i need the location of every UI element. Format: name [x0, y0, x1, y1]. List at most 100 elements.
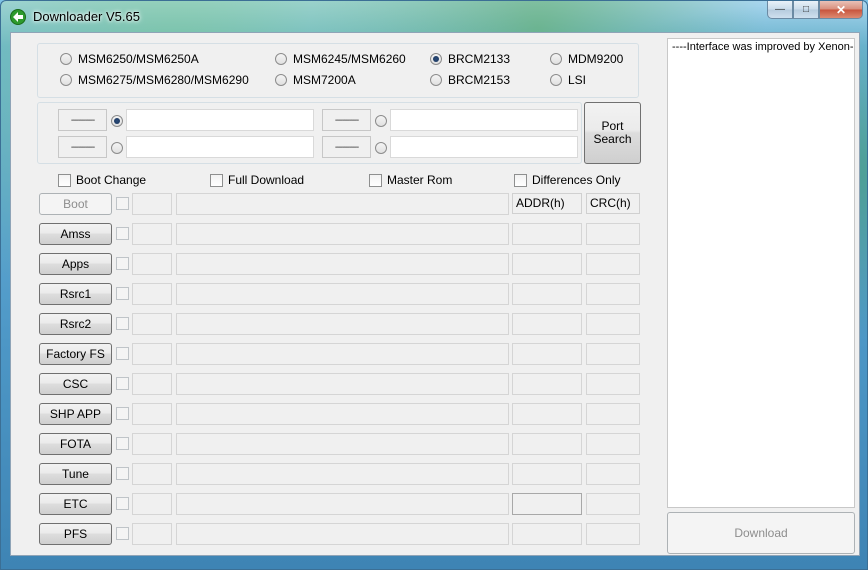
chipset-option-5[interactable]: MSM7200A — [275, 73, 356, 87]
row-addr-field[interactable] — [512, 253, 582, 275]
full-download-option[interactable]: Full Download — [210, 173, 304, 187]
file-select-button[interactable]: CSC — [39, 373, 112, 395]
file-select-button[interactable]: SHP APP — [39, 403, 112, 425]
row-checkbox[interactable] — [116, 377, 129, 390]
row-checkbox[interactable] — [116, 347, 129, 360]
row-addr-field[interactable] — [512, 493, 582, 515]
chipset-option-4[interactable]: MSM6275/MSM6280/MSM6290 — [60, 73, 249, 87]
row-checkbox[interactable] — [116, 197, 129, 210]
row-addr-field[interactable] — [512, 433, 582, 455]
row-size-field — [132, 523, 172, 545]
port-radio-1[interactable] — [111, 115, 123, 127]
file-select-button[interactable]: PFS — [39, 523, 112, 545]
radio-icon[interactable] — [60, 53, 72, 65]
radio-icon[interactable] — [430, 74, 442, 86]
full-download-label: Full Download — [228, 173, 305, 187]
row-addr-field[interactable] — [512, 373, 582, 395]
row-checkbox[interactable] — [116, 407, 129, 420]
file-select-button[interactable]: Rsrc2 — [39, 313, 112, 335]
boot-change-option[interactable]: Boot Change — [58, 173, 146, 187]
row-crc-field — [586, 253, 640, 275]
file-select-button[interactable]: FOTA — [39, 433, 112, 455]
row-checkbox[interactable] — [116, 437, 129, 450]
row-checkbox[interactable] — [116, 467, 129, 480]
row-crc-field — [586, 433, 640, 455]
chipset-option-7[interactable]: LSI — [550, 73, 586, 87]
chipset-label: MSM7200A — [293, 73, 356, 87]
row-addr-field[interactable] — [512, 343, 582, 365]
radio-icon[interactable] — [275, 74, 287, 86]
row-checkbox[interactable] — [116, 527, 129, 540]
download-button[interactable]: Download — [667, 512, 855, 554]
chipset-label: MSM6245/MSM6260 — [293, 52, 406, 66]
row-addr-field[interactable] — [512, 463, 582, 485]
minimize-button[interactable]: — — [767, 1, 793, 19]
differences-only-option[interactable]: Differences Only — [514, 173, 620, 187]
addr-column-header: ADDR(h) — [512, 193, 582, 214]
log-output[interactable]: ----Interface was improved by Xenon---- — [667, 38, 855, 508]
row-checkbox[interactable] — [116, 317, 129, 330]
row-addr-field[interactable] — [512, 313, 582, 335]
chipset-group: MSM6250/MSM6250A MSM6245/MSM6260 BRCM213… — [37, 43, 639, 98]
file-select-button[interactable]: ETC — [39, 493, 112, 515]
row-checkbox[interactable] — [116, 497, 129, 510]
port-field-1[interactable] — [126, 109, 314, 131]
file-select-button[interactable]: Factory FS — [39, 343, 112, 365]
row-size-field — [132, 223, 172, 245]
checkbox-icon[interactable] — [58, 173, 71, 187]
maximize-icon: □ — [802, 4, 810, 15]
chipset-option-0[interactable]: MSM6250/MSM6250A — [60, 52, 199, 66]
file-select-button[interactable]: Rsrc1 — [39, 283, 112, 305]
row-path-field — [176, 313, 509, 335]
file-select-button[interactable]: Tune — [39, 463, 112, 485]
row-addr-field[interactable] — [512, 283, 582, 305]
master-rom-option[interactable]: Master Rom — [369, 173, 452, 187]
port-radio-4[interactable] — [375, 142, 387, 154]
row-checkbox[interactable] — [116, 287, 129, 300]
row-addr-field[interactable] — [512, 403, 582, 425]
differences-only-label: Differences Only — [532, 173, 621, 187]
radio-selected-icon[interactable] — [430, 53, 442, 65]
chipset-option-1[interactable]: MSM6245/MSM6260 — [275, 52, 406, 66]
port-field-4[interactable] — [390, 136, 578, 158]
port-field-2[interactable] — [126, 136, 314, 158]
row-size-field — [132, 283, 172, 305]
row-path-field — [176, 223, 509, 245]
left-panel: MSM6250/MSM6250A MSM6245/MSM6260 BRCM213… — [13, 35, 663, 553]
row-addr-field[interactable] — [512, 223, 582, 245]
chipset-option-6[interactable]: BRCM2153 — [430, 73, 510, 87]
row-size-field — [132, 493, 172, 515]
radio-icon[interactable] — [275, 53, 287, 65]
chipset-option-3[interactable]: MDM9200 — [550, 52, 623, 66]
radio-icon[interactable] — [60, 74, 72, 86]
file-select-button[interactable]: Apps — [39, 253, 112, 275]
radio-icon[interactable] — [550, 74, 562, 86]
row-addr-field[interactable] — [512, 523, 582, 545]
row-size-field — [132, 253, 172, 275]
window-title: Downloader V5.65 — [33, 9, 140, 24]
maximize-button[interactable]: □ — [793, 1, 819, 19]
chipset-label: LSI — [568, 73, 587, 87]
checkbox-icon[interactable] — [514, 173, 527, 187]
row-path-field — [176, 433, 509, 455]
port-field-3[interactable] — [390, 109, 578, 131]
radio-icon[interactable] — [550, 53, 562, 65]
file-select-button[interactable]: Amss — [39, 223, 112, 245]
row-path-field — [176, 373, 509, 395]
checkbox-icon[interactable] — [210, 173, 223, 187]
chipset-option-2[interactable]: BRCM2133 — [430, 52, 510, 66]
row-size-field — [132, 343, 172, 365]
row-path-field — [176, 193, 509, 215]
port-search-button[interactable]: Port Search — [584, 102, 641, 164]
row-path-field — [176, 283, 509, 305]
row-size-field — [132, 433, 172, 455]
title-bar[interactable]: Downloader V5.65 — □ ✕ — [1, 1, 868, 33]
file-select-button[interactable]: Boot — [39, 193, 112, 215]
row-checkbox[interactable] — [116, 257, 129, 270]
port-radio-2[interactable] — [111, 142, 123, 154]
port-radio-3[interactable] — [375, 115, 387, 127]
checkbox-icon[interactable] — [369, 173, 382, 187]
row-crc-field — [586, 343, 640, 365]
row-checkbox[interactable] — [116, 227, 129, 240]
close-button[interactable]: ✕ — [819, 1, 863, 19]
